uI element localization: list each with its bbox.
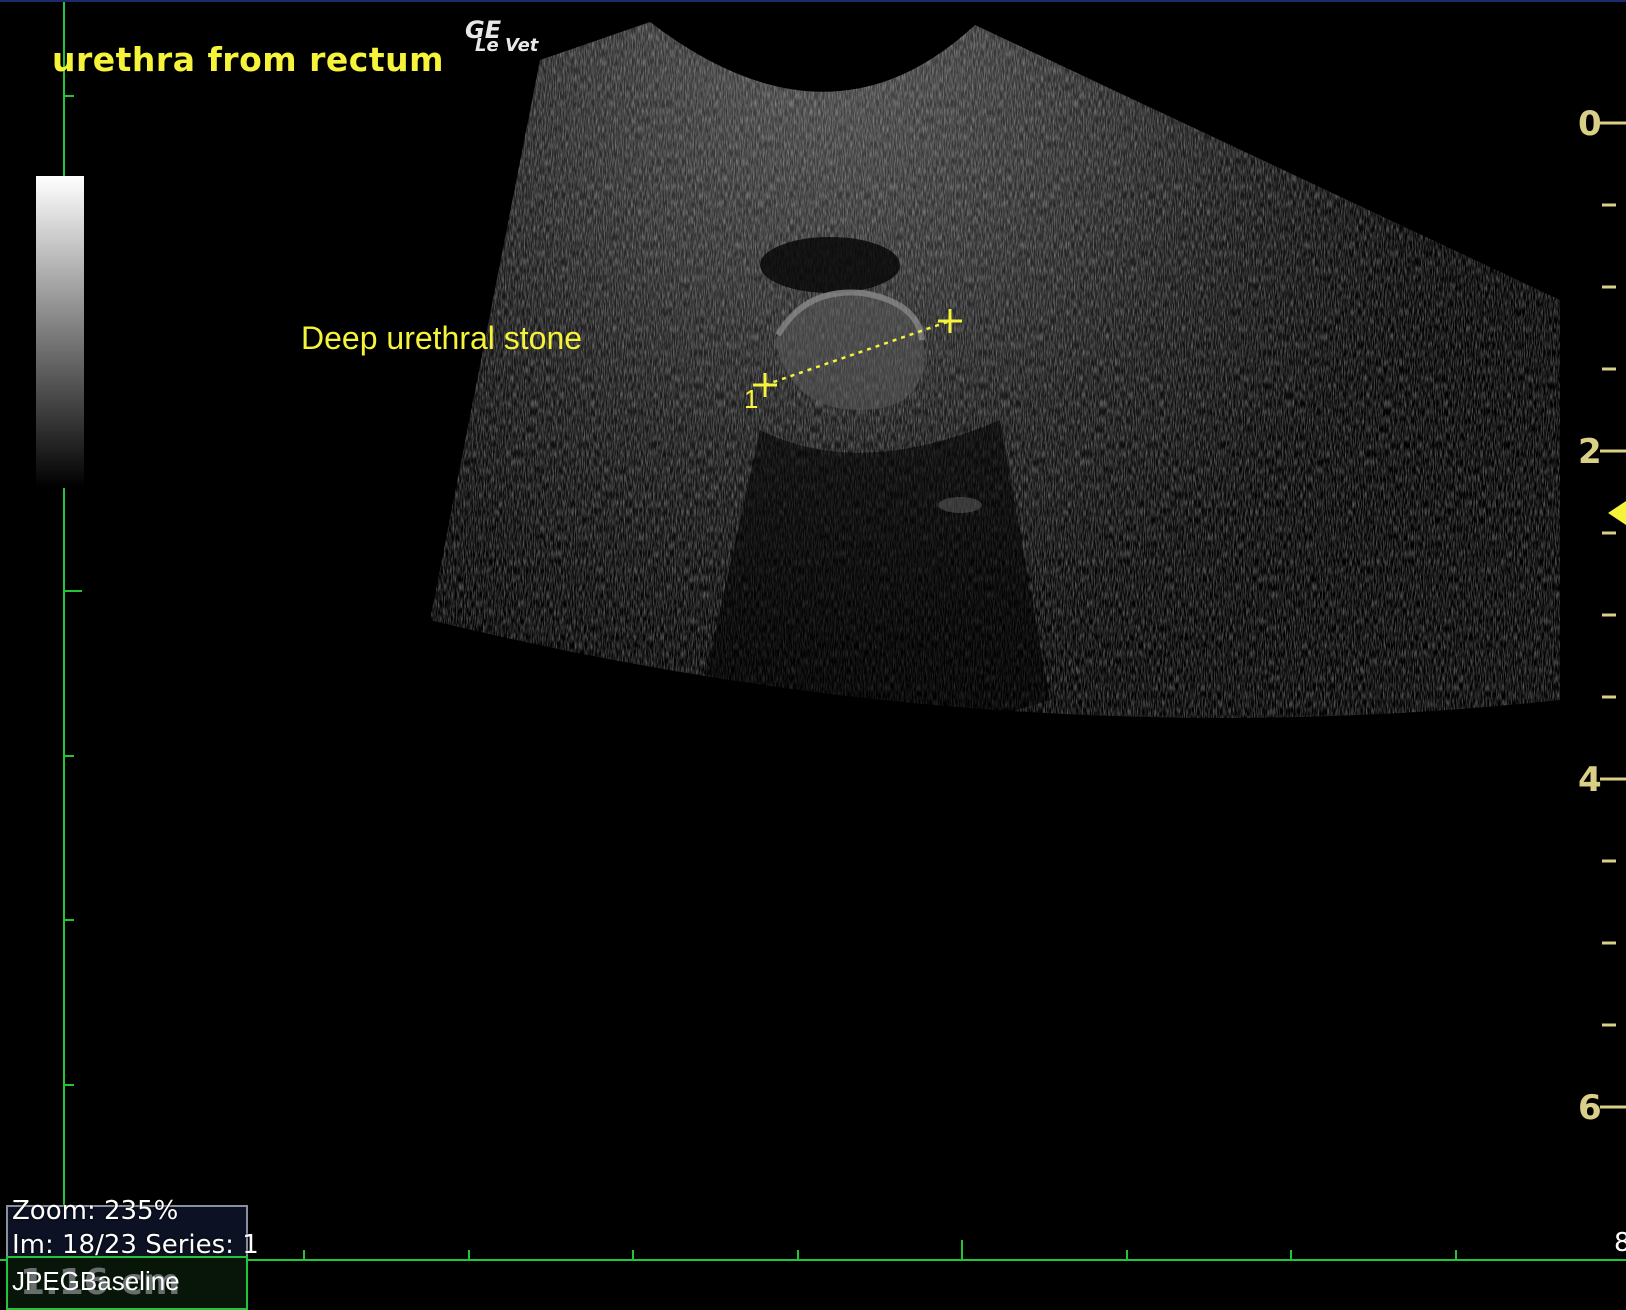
codec-label: JPEGBaseline: [12, 1266, 180, 1296]
ultrasound-scene: [0, 0, 1626, 1308]
stone-annotation: Deep urethral stone: [301, 320, 583, 356]
depth-label-0: 0: [1578, 104, 1602, 144]
ultrasound-sector: [430, 22, 1560, 718]
bottom-scale-end-label: 8: [1614, 1228, 1626, 1258]
depth-label-2: 2: [1578, 432, 1602, 472]
depth-label-4: 4: [1578, 760, 1602, 800]
measurement-marker-label: 1: [744, 384, 759, 414]
depth-scale-ticks: [1600, 121, 1626, 1109]
image-series-readout: Im: 18/23 Series: 1: [12, 1230, 259, 1260]
image-title: urethra from rectum: [52, 40, 444, 79]
logo-product: Le Vet: [475, 34, 539, 56]
zoom-readout: Zoom: 235%: [12, 1196, 179, 1226]
focus-marker-icon[interactable]: [1608, 501, 1626, 525]
brand-logo: GE Le Vet: [465, 18, 539, 56]
grayscale-bar: [36, 176, 84, 488]
depth-label-6: 6: [1578, 1088, 1602, 1128]
